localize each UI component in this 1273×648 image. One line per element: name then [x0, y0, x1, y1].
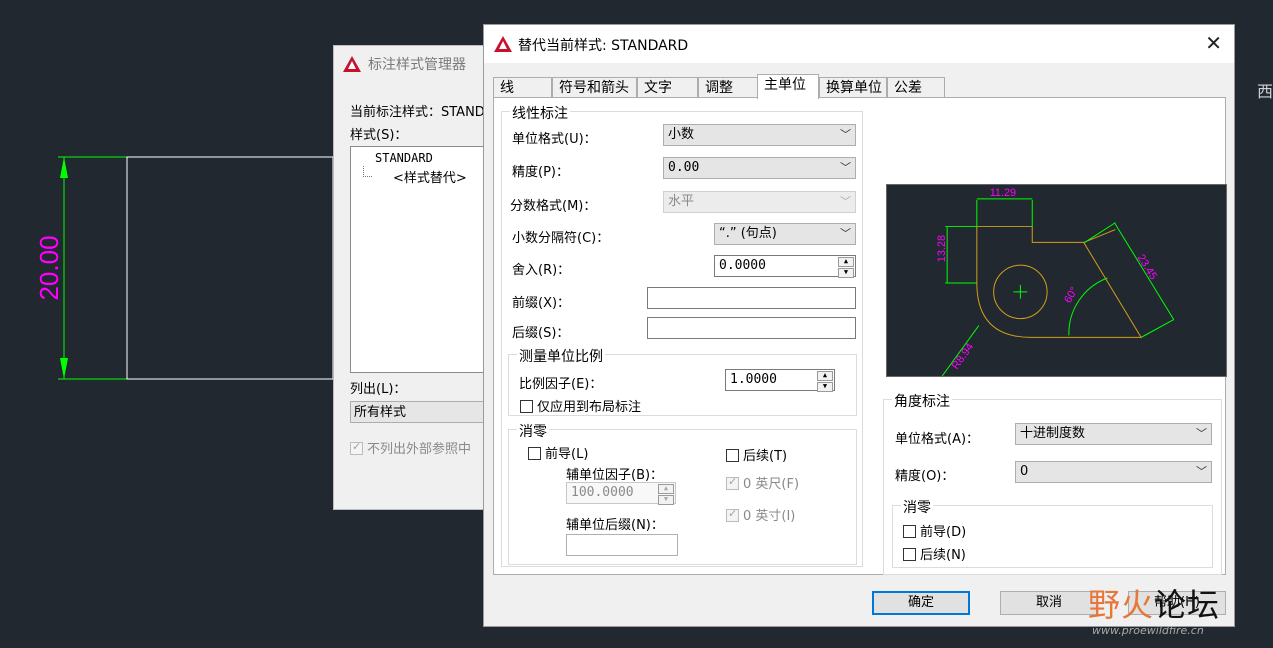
zero-inches-checkbox[interactable]: 0 英寸(I): [726, 505, 795, 524]
chevron-down-icon: ﹀: [840, 227, 851, 240]
sub-units-suffix-input[interactable]: [566, 534, 678, 556]
zero-suppression-group: 消零 前导(L) 辅单位因子(B)： 100.0000 ▲ ▼ 辅单位后缀(N)： …: [508, 421, 857, 565]
prefix-label: 前缀(X)：: [512, 296, 571, 311]
dialog-titlebar[interactable]: 替代当前样式: STANDARD ✕: [484, 25, 1234, 63]
precision-label: 精度(P)：: [512, 165, 569, 180]
round-off-label: 舍入(R)：: [512, 263, 571, 278]
list-filter-select[interactable]: 所有样式: [350, 401, 500, 423]
chevron-down-icon: ﹀: [1196, 465, 1207, 478]
angular-group-title: 角度标注: [892, 391, 952, 411]
svg-text:11.29: 11.29: [990, 187, 1016, 199]
styles-list[interactable]: STANDARD <样式替代>: [350, 146, 502, 373]
spinner-icon[interactable]: ▲ ▼: [658, 484, 674, 505]
zero-feet-checkbox[interactable]: 0 英尺(F): [726, 473, 799, 492]
cancel-button[interactable]: 取消: [1000, 591, 1098, 615]
watermark: 野火论坛 www.proewildfire.cn: [1088, 580, 1221, 637]
checkbox-icon: [520, 400, 533, 413]
chevron-down-icon: ﹀: [1196, 427, 1207, 440]
tab-lines[interactable]: 线: [493, 77, 552, 98]
angular-unit-format-select[interactable]: 十进制度数 ﹀: [1015, 423, 1212, 445]
angular-unit-format-label: 单位格式(A)：: [895, 432, 980, 447]
linear-group-title: 线性标注: [510, 103, 570, 123]
override-style-dialog: 替代当前样式: STANDARD ✕ 线 符号和箭头 文字 调整 主单位 换算单…: [483, 24, 1235, 627]
suffix-label: 后缀(S)：: [512, 326, 570, 341]
tree-connector: [363, 166, 372, 177]
style-item-standard[interactable]: STANDARD: [375, 151, 433, 165]
angular-precision-label: 精度(O)：: [895, 469, 955, 484]
unit-format-label: 单位格式(U)：: [512, 132, 597, 147]
layout-only-checkbox[interactable]: 仅应用到布局标注: [520, 396, 641, 415]
checkbox-icon: [350, 440, 363, 455]
tab-alternate-units[interactable]: 换算单位: [819, 77, 887, 98]
primary-units-panel: 线性标注 单位格式(U)： 小数 ﹀ 精度(P)： 0.00 ﹀ 分数格式(M)： …: [493, 97, 1227, 575]
svg-text:13.28: 13.28: [936, 235, 948, 262]
prefix-input[interactable]: [647, 287, 856, 309]
preview-center-mark: [1013, 284, 1028, 299]
checkbox-icon: [528, 447, 541, 460]
checkbox-icon: [903, 548, 916, 561]
ok-button[interactable]: 确定: [872, 591, 970, 615]
decimal-separator-select[interactable]: “.” (句点) ﹀: [714, 223, 856, 245]
angular-dimensions-group: 角度标注 单位格式(A)： 十进制度数 ﹀ 精度(O)： 0 ﹀ 消零 前导(D) …: [883, 391, 1222, 575]
chevron-down-icon: ﹀: [840, 161, 851, 174]
svg-text:R8.94: R8.94: [950, 341, 976, 372]
arrow-top: [60, 157, 68, 178]
measurement-scale-group: 测量单位比例 比例因子(E)： 1.0000 ▲ ▼ 仅应用到布局标注: [508, 346, 857, 416]
decimal-separator-label: 小数分隔符(C)：: [512, 231, 610, 246]
round-off-input[interactable]: 0.0000 ▲ ▼: [714, 255, 856, 278]
angular-trailing-checkbox[interactable]: 后续(N): [903, 544, 966, 563]
spinner-icon[interactable]: ▲ ▼: [817, 371, 833, 392]
cad-side-text: 西: [1256, 82, 1273, 101]
zero-group-title: 消零: [517, 421, 549, 441]
tab-symbols-arrows[interactable]: 符号和箭头: [552, 77, 637, 98]
scale-group-title: 测量单位比例: [517, 346, 605, 366]
style-item-override[interactable]: <样式替代>: [393, 167, 467, 186]
list-label: 列出(L)：: [350, 382, 407, 397]
watermark-logo: 野火论坛: [1088, 586, 1221, 624]
sub-units-factor-label: 辅单位因子(B)：: [566, 468, 664, 483]
tab-primary-units[interactable]: 主单位: [757, 74, 819, 99]
dimension-text: 20.00: [34, 235, 64, 300]
preview-geometry: [976, 226, 1142, 338]
checkbox-icon: [726, 449, 739, 462]
scale-factor-label: 比例因子(E)：: [519, 377, 603, 392]
spinner-icon[interactable]: ▲ ▼: [838, 257, 854, 278]
checkbox-icon: [726, 507, 739, 522]
sub-units-factor-input[interactable]: 100.0000 ▲ ▼: [566, 482, 676, 505]
angular-leading-checkbox[interactable]: 前导(D): [903, 521, 966, 540]
close-icon[interactable]: ✕: [1205, 31, 1222, 55]
xref-checkbox[interactable]: 不列出外部参照中: [350, 438, 471, 457]
scale-factor-input[interactable]: 1.0000 ▲ ▼: [725, 369, 835, 392]
dimstyle-manager-dialog: 标注样式管理器 当前标注样式：STANDARD 样式(S)： STANDARD …: [333, 45, 513, 510]
svg-text:23.45: 23.45: [1135, 252, 1160, 281]
precision-select[interactable]: 0.00 ﹀: [663, 157, 856, 179]
angular-zero-group: 消零 前导(D) 后续(N): [892, 497, 1213, 568]
unit-format-select[interactable]: 小数 ﹀: [663, 124, 856, 146]
fraction-format-select[interactable]: 水平 ﹀: [663, 191, 856, 213]
rectangle-geometry: [126, 156, 334, 380]
tab-fit[interactable]: 调整: [698, 77, 758, 98]
suffix-input[interactable]: [647, 317, 856, 339]
angular-zero-title: 消零: [901, 497, 933, 517]
arrow-bottom: [60, 358, 68, 379]
checkbox-icon: [726, 475, 739, 490]
fraction-format-label: 分数格式(M)：: [510, 199, 597, 214]
sub-units-suffix-label: 辅单位后缀(N)：: [566, 518, 664, 533]
preview-image: 11.29 13.28 23.45 60° R8.94: [886, 184, 1227, 377]
preview-dim-text: 11.29 13.28 23.45 60° R8.94: [936, 187, 1159, 372]
linear-dimensions-group: 线性标注 单位格式(U)： 小数 ﹀ 精度(P)： 0.00 ﹀ 分数格式(M)： …: [501, 103, 863, 567]
trailing-zero-checkbox[interactable]: 后续(T): [726, 445, 787, 464]
manager-title: 标注样式管理器: [368, 57, 466, 73]
autocad-logo-icon: [494, 36, 512, 52]
chevron-down-icon: ﹀: [840, 128, 851, 141]
checkbox-icon: [903, 525, 916, 538]
leading-zero-checkbox[interactable]: 前导(L): [528, 443, 588, 462]
watermark-url: www.proewildfire.cn: [1092, 624, 1204, 637]
angular-precision-select[interactable]: 0 ﹀: [1015, 461, 1212, 483]
dialog-title: 替代当前样式: STANDARD: [518, 38, 689, 54]
tab-tolerances[interactable]: 公差: [887, 77, 945, 98]
styles-label: 样式(S)：: [350, 128, 408, 143]
chevron-down-icon: ﹀: [840, 195, 851, 208]
tab-text[interactable]: 文字: [637, 77, 698, 98]
